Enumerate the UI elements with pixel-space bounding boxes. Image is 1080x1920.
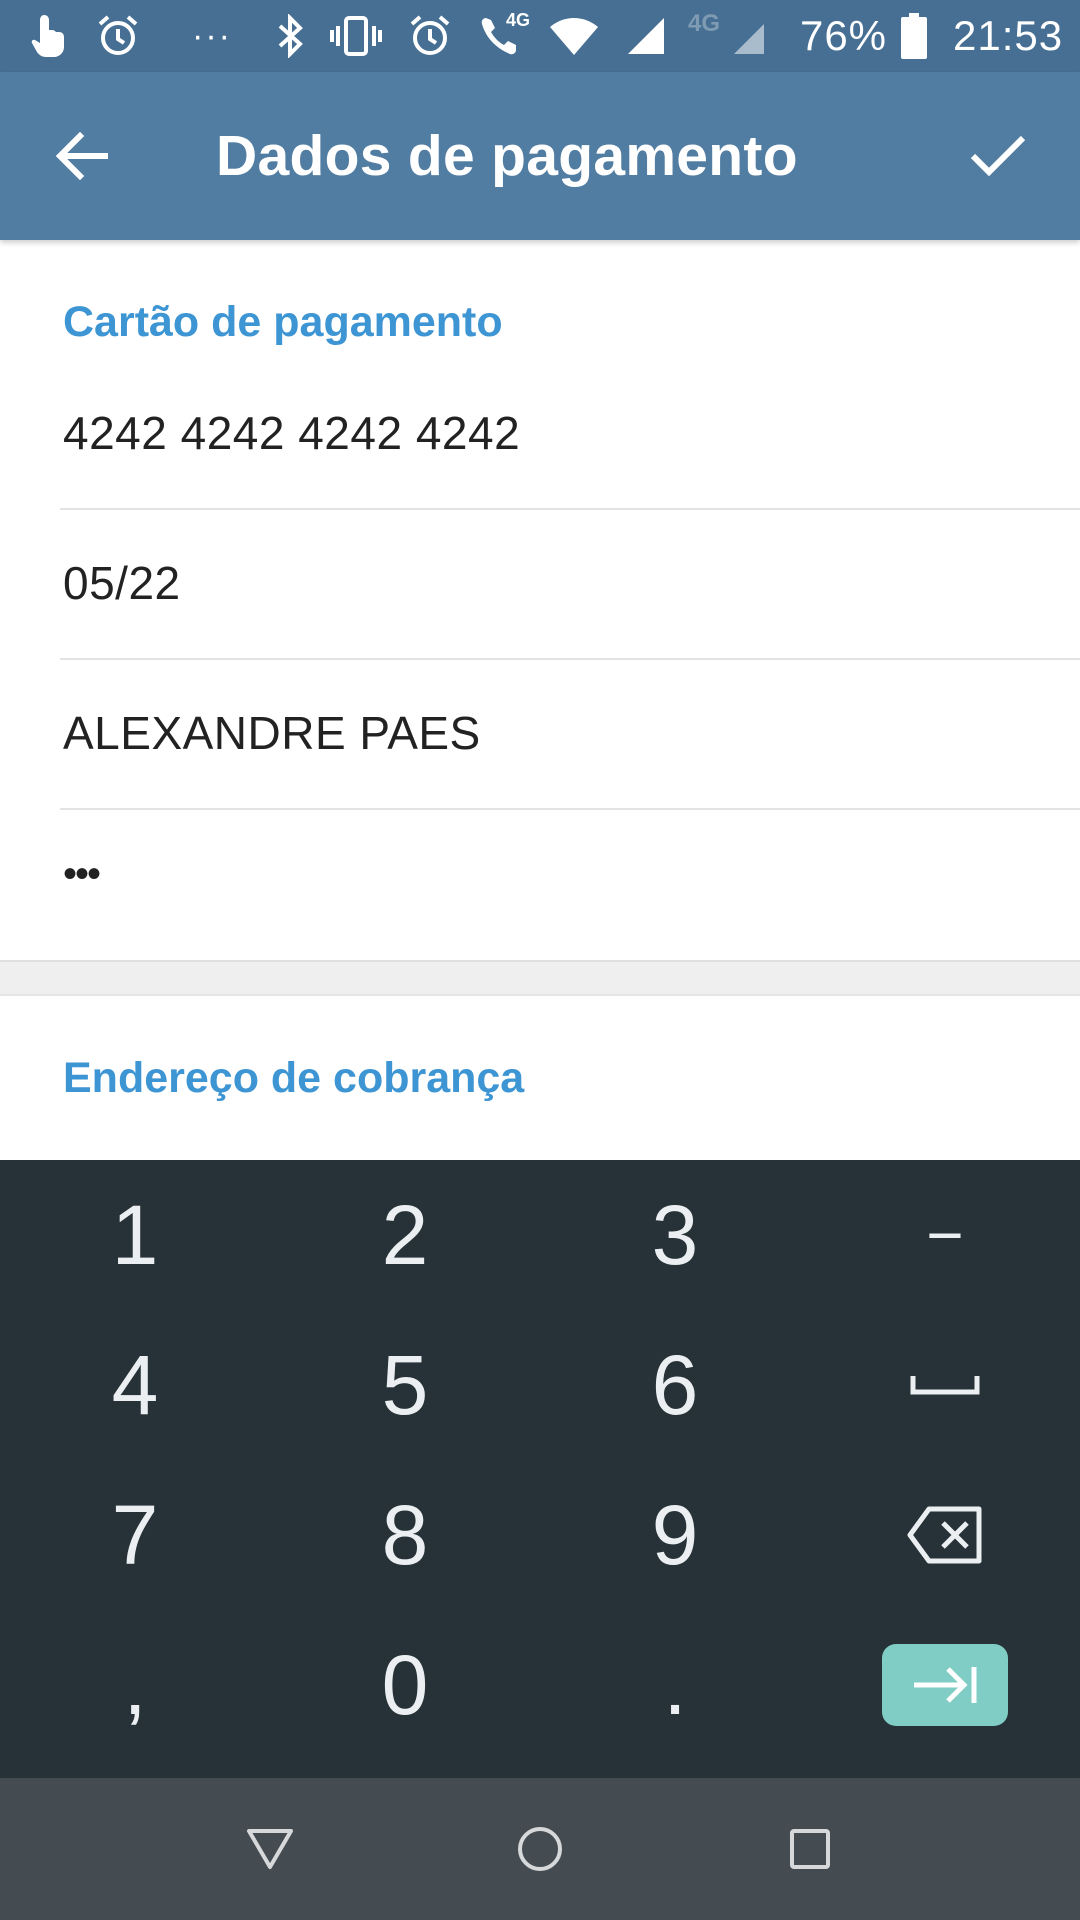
arrow-back-icon bbox=[56, 132, 108, 180]
key-comma[interactable]: , bbox=[0, 1610, 270, 1760]
status-bar: ··· 4G 4G 76% 21:53 bbox=[0, 0, 1080, 72]
more-notifications-icon: ··· bbox=[192, 16, 232, 55]
back-button[interactable] bbox=[36, 114, 128, 198]
wifi-icon bbox=[548, 0, 600, 72]
payment-form: Cartão de pagamento 4242 4242 4242 4242 … bbox=[0, 240, 1080, 1160]
cvc-value: ••• bbox=[63, 852, 101, 896]
network-4g-label: 4G bbox=[505, 10, 530, 30]
alarm-icon bbox=[408, 0, 452, 72]
key-backspace[interactable] bbox=[810, 1460, 1080, 1610]
key-7[interactable]: 7 bbox=[0, 1460, 270, 1610]
signal-icon bbox=[626, 0, 666, 72]
key-period[interactable]: . bbox=[540, 1610, 810, 1760]
vibrate-icon bbox=[329, 0, 382, 72]
key-8[interactable]: 8 bbox=[270, 1460, 540, 1610]
wifi-call-icon: 4G bbox=[478, 0, 530, 72]
app-bar: Dados de pagamento bbox=[0, 72, 1080, 240]
back-triangle-icon bbox=[247, 1829, 293, 1869]
battery-percent: 76% bbox=[799, 12, 888, 59]
page-title: Dados de pagamento bbox=[216, 124, 798, 188]
next-field-button bbox=[882, 1644, 1008, 1726]
system-nav-bar bbox=[0, 1778, 1080, 1920]
card-number-field[interactable]: 4242 4242 4242 4242 bbox=[60, 360, 1080, 510]
expiry-field[interactable]: 05/22 bbox=[60, 510, 1080, 660]
bluetooth-icon bbox=[276, 0, 304, 72]
card-number-value: 4242 4242 4242 4242 bbox=[63, 407, 521, 459]
key-2[interactable]: 2 bbox=[270, 1160, 540, 1310]
home-circle-icon bbox=[518, 1827, 562, 1871]
key-minus[interactable]: − bbox=[810, 1160, 1080, 1310]
cvc-field[interactable]: ••• bbox=[60, 810, 1080, 960]
battery-icon bbox=[901, 13, 928, 59]
cardholder-field[interactable]: ALEXANDRE PAES bbox=[60, 660, 1080, 810]
network-4g-label-2: 4G bbox=[687, 10, 720, 37]
key-next[interactable] bbox=[810, 1610, 1080, 1760]
card-section-title: Cartão de pagamento bbox=[63, 298, 503, 346]
cardholder-value: ALEXANDRE PAES bbox=[63, 707, 481, 759]
billing-section-title: Endereço de cobrança bbox=[63, 1054, 525, 1102]
status-bar-right: 76% 21:53 bbox=[794, 12, 1063, 60]
checkmark-icon bbox=[970, 135, 1026, 177]
expiry-value: 05/22 bbox=[63, 557, 181, 609]
status-bar-left: ··· 4G 4G bbox=[30, 0, 794, 72]
key-space[interactable] bbox=[810, 1310, 1080, 1460]
signal-weak-icon: 4G bbox=[688, 0, 768, 72]
key-1[interactable]: 1 bbox=[0, 1160, 270, 1310]
nav-home-button[interactable] bbox=[480, 1778, 600, 1920]
alarm-icon bbox=[96, 0, 140, 72]
numeric-keyboard: 1 2 3 − 4 5 6 7 8 9 , 0 . bbox=[0, 1160, 1080, 1778]
recents-square-icon bbox=[790, 1829, 830, 1869]
backspace-icon bbox=[907, 1506, 982, 1564]
touch-gesture-icon bbox=[30, 0, 70, 72]
done-button[interactable] bbox=[952, 114, 1044, 198]
nav-back-button[interactable] bbox=[210, 1778, 330, 1920]
space-bar-icon bbox=[910, 1376, 980, 1395]
key-6[interactable]: 6 bbox=[540, 1310, 810, 1460]
clock: 21:53 bbox=[953, 12, 1064, 59]
key-0[interactable]: 0 bbox=[270, 1610, 540, 1760]
nav-recents-button[interactable] bbox=[750, 1778, 870, 1920]
tab-next-icon bbox=[914, 1667, 977, 1703]
section-divider bbox=[0, 960, 1080, 996]
key-5[interactable]: 5 bbox=[270, 1310, 540, 1460]
key-3[interactable]: 3 bbox=[540, 1160, 810, 1310]
key-9[interactable]: 9 bbox=[540, 1460, 810, 1610]
key-4[interactable]: 4 bbox=[0, 1310, 270, 1460]
